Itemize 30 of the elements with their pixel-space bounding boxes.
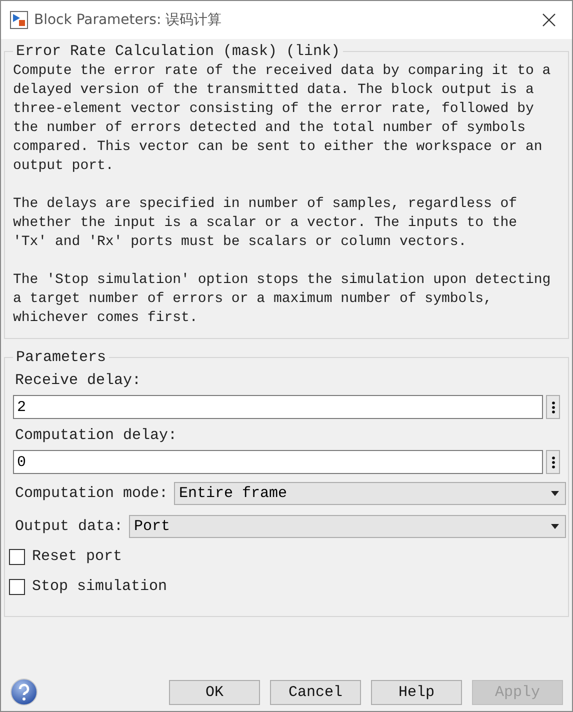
more-options-button[interactable] [546,395,560,419]
checkbox[interactable] [9,578,25,594]
block-icon [10,11,28,29]
field-label: Receive delay: [15,372,142,389]
close-icon [542,13,556,27]
vertical-dots-icon [552,456,554,468]
caret-icon [551,524,559,529]
dropdown[interactable]: Port [129,515,566,538]
input-field[interactable]: 2 [13,395,543,419]
field-label: Computation mode: [15,485,168,502]
vertical-dots-icon [552,400,554,414]
field-label: Output data: [15,518,124,535]
field-label: Computation delay: [15,427,178,444]
dialog-button[interactable]: OK [169,680,260,704]
description-text: The 'Stop simulation' option stops the simulation upon detecting a target number of errors or a maximum number of symbols, whichever comes first. [13,271,552,328]
checkbox-label: Stop simulation [32,578,168,595]
checkbox[interactable] [9,548,25,564]
dialog-button[interactable]: Help [371,680,462,704]
panel-title: Parameters [15,349,108,366]
caret-icon [551,491,559,496]
more-options-button[interactable] [546,450,560,474]
help-icon[interactable] [10,678,38,706]
input-field[interactable]: 0 [13,450,543,474]
panel-title: Error Rate Calculation (mask) (link) [15,43,342,60]
description-text: The delays are specified in number of samples, regardless of whether the input is a scalar or a vector. The inputs to the 'Tx' and 'Rx' ports must be scalars or column vectors. [13,195,518,252]
dropdown[interactable]: Entire frame [174,482,566,505]
checkbox-label: Reset port [32,548,122,565]
window-title: Block Parameters: 误码计算 [34,11,222,29]
description-text: Compute the error rate of the received data by comparing it to a delayed version of the transmitted data. The block output is a three-element vector consisting of the error rate, followed by the number of errors detected and the total number of symbols compared. This vector can be sent to either the workspace or an output port. [13,62,552,176]
dialog-button[interactable]: Cancel [270,680,361,704]
